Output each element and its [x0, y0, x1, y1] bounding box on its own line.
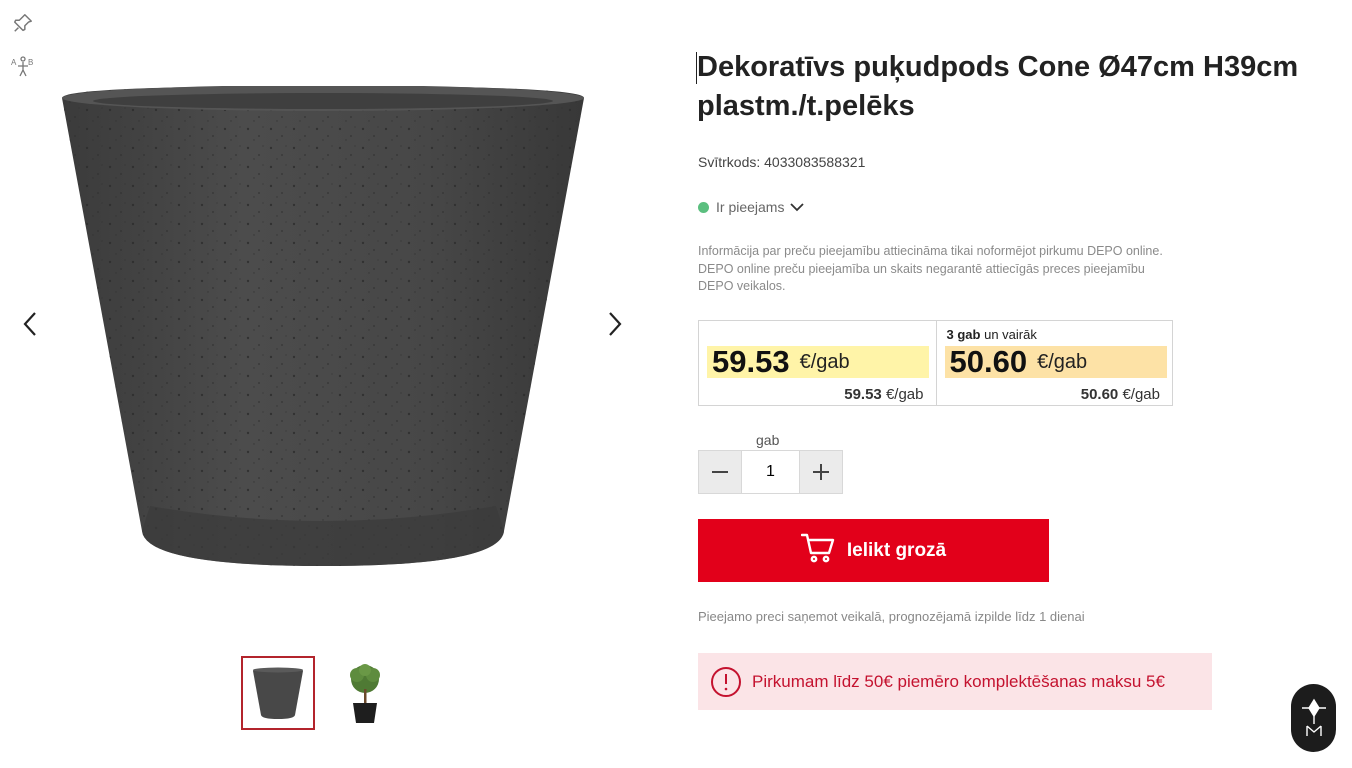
pin-icon[interactable] — [10, 10, 36, 36]
plus-icon — [813, 464, 829, 480]
chevron-left-icon[interactable] — [15, 304, 45, 344]
availability-toggle[interactable]: Ir pieejams — [698, 199, 805, 215]
assistant-icon[interactable] — [1291, 684, 1336, 752]
price-value: 59.53 — [712, 344, 790, 379]
product-image — [60, 85, 586, 570]
availability-status: Ir pieejams — [716, 199, 785, 215]
increase-button[interactable] — [799, 450, 843, 494]
bulk-qty-rest: un vairāk — [984, 327, 1037, 342]
price-bulk: 3 gab un vairāk 50.60 €/gab 50.60 €/gab — [935, 321, 1173, 405]
svg-text:A: A — [11, 58, 17, 67]
availability-info: Informācija par preču pieejamību attieci… — [698, 244, 1163, 293]
picking-fee-notice: Pirkumam līdz 50€ piemēro komplektēšanas… — [698, 653, 1212, 710]
bulk-qty: 3 gab — [946, 327, 981, 342]
unit-price: 59.53 €/gab — [844, 386, 923, 403]
svg-text:B: B — [28, 58, 33, 67]
bulk-price-highlight: 50.60 €/gab — [944, 344, 1167, 379]
bulk-price-value: 50.60 — [949, 344, 1028, 379]
minus-icon — [712, 471, 728, 473]
barcode-label: Svītrkods: — [698, 154, 761, 170]
fulfilment-note: Pieejamo preci saņemot veikalā, prognozē… — [698, 609, 1085, 624]
add-to-cart-button[interactable]: Ielikt grozā — [698, 519, 1049, 582]
bulk-tier: 3 gab un vairāk — [947, 327, 1037, 342]
price-box: 59.53 €/gab 59.53 €/gab 3 gab un vairāk … — [698, 320, 1173, 406]
availability-dot — [698, 201, 709, 213]
alert-icon — [710, 666, 742, 698]
product-title: Dekoratīvs puķudpods Cone Ø47cm H39cm pl… — [696, 48, 1342, 126]
text-cursor — [696, 52, 697, 84]
translate-icon[interactable]: AB — [10, 54, 36, 80]
quantity-label: gab — [756, 432, 780, 448]
cart-icon — [800, 533, 835, 568]
price-regular: 59.53 €/gab 59.53 €/gab — [699, 321, 936, 405]
bulk-unit-price: 50.60 €/gab — [1081, 386, 1160, 403]
price-highlight: 59.53 €/gab — [707, 344, 929, 379]
thumbnail-pot[interactable] — [241, 656, 315, 730]
product-title-text: Dekoratīvs puķudpods Cone Ø47cm H39cm pl… — [697, 51, 1299, 122]
barcode: Svītrkods: 4033083588321 — [698, 154, 865, 170]
decrease-button[interactable] — [698, 450, 742, 494]
price-unit: €/gab — [799, 350, 850, 373]
quantity-stepper — [698, 450, 843, 494]
bulk-price-unit: €/gab — [1037, 350, 1088, 373]
unit-price-unit: €/gab — [885, 386, 924, 403]
notice-text: Pirkumam līdz 50€ piemēro komplektēšanas… — [752, 671, 1165, 691]
quantity-input[interactable] — [742, 450, 799, 494]
chevron-right-icon[interactable] — [600, 304, 630, 344]
bulk-unit-price-value: 50.60 — [1080, 386, 1119, 403]
chevron-down-icon — [790, 199, 805, 215]
thumbnail-pot-with-tree[interactable] — [328, 656, 402, 730]
barcode-value: 4033083588321 — [764, 154, 866, 170]
add-to-cart-label: Ielikt grozā — [846, 539, 947, 561]
bulk-unit-price-unit: €/gab — [1122, 386, 1160, 403]
unit-price-value: 59.53 — [844, 386, 882, 403]
